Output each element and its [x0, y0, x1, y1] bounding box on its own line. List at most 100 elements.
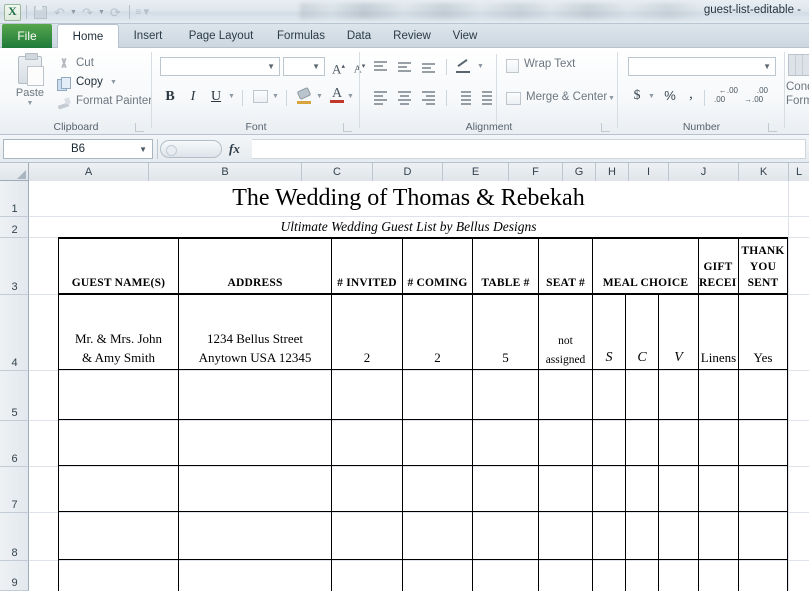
cell-b4-address[interactable]: 1234 Bellus Street Anytown USA 12345: [179, 295, 331, 369]
tab-view[interactable]: View: [443, 24, 487, 48]
column-header-f[interactable]: F: [509, 163, 563, 181]
column-header-l[interactable]: L: [789, 163, 809, 181]
cell-a9[interactable]: [59, 561, 178, 591]
row-header-3[interactable]: 3: [0, 238, 29, 295]
cell-i4-meal-v[interactable]: V: [659, 295, 698, 369]
column-header-d[interactable]: D: [373, 163, 443, 181]
cell-a4-guest-name[interactable]: Mr. & Mrs. John & Amy Smith: [59, 295, 178, 369]
cell-k4-thank-you-sent[interactable]: Yes: [739, 295, 787, 369]
cell-b6[interactable]: [179, 421, 331, 465]
name-box[interactable]: B6 ▼: [3, 139, 153, 159]
align-bottom-icon[interactable]: [420, 59, 438, 75]
column-header-a[interactable]: A: [29, 163, 149, 181]
cell-b8[interactable]: [179, 513, 331, 559]
column-header-h[interactable]: H: [596, 163, 629, 181]
excel-logo-icon[interactable]: [4, 3, 21, 21]
font-size-input[interactable]: ▼: [283, 57, 325, 76]
increase-indent-icon[interactable]: [476, 90, 494, 106]
cut-icon[interactable]: [57, 58, 71, 72]
undo-dropdown-icon[interactable]: ▼: [70, 4, 77, 21]
cell-g4-meal-s[interactable]: S: [593, 295, 625, 369]
cell-e3-table-number[interactable]: TABLE #: [473, 239, 538, 293]
font-color-dropdown-icon[interactable]: ▼: [347, 90, 354, 104]
cell-a7[interactable]: [59, 467, 178, 511]
orientation-dropdown-icon[interactable]: ▼: [477, 60, 484, 74]
column-header-c[interactable]: C: [302, 163, 373, 181]
cell-j3-gift-received-block[interactable]: GIFT RECEIVED: [699, 239, 737, 293]
cell-b5[interactable]: [179, 371, 331, 419]
cell-h4-meal-c[interactable]: C: [626, 295, 658, 369]
alignment-dialog-launcher[interactable]: [601, 123, 610, 132]
merge-center-button[interactable]: Merge & Center: [526, 91, 607, 103]
copy-dropdown-icon[interactable]: ▼: [110, 76, 117, 90]
currency-button[interactable]: $: [630, 88, 644, 104]
cell-a5[interactable]: [59, 371, 178, 419]
align-right-icon[interactable]: [420, 90, 438, 106]
column-header-i[interactable]: I: [629, 163, 669, 181]
row-header-6[interactable]: 6: [0, 421, 29, 467]
cancel-enter-buttons[interactable]: [160, 140, 222, 158]
align-left-icon[interactable]: [372, 90, 390, 106]
tab-review[interactable]: Review: [384, 24, 440, 48]
row-header-4[interactable]: 4: [0, 295, 29, 371]
borders-icon[interactable]: [253, 90, 268, 103]
redo-dropdown-icon[interactable]: ▼: [98, 4, 105, 21]
wrap-text-button[interactable]: Wrap Text: [524, 58, 575, 70]
repeat-icon[interactable]: ⟳: [107, 4, 124, 21]
tab-file[interactable]: File: [2, 24, 52, 48]
number-format-input[interactable]: ▼: [628, 57, 776, 76]
chevron-down-icon[interactable]: ▼: [267, 62, 275, 71]
orientation-icon[interactable]: [456, 59, 473, 75]
format-painter-button[interactable]: Format Painter: [76, 95, 152, 107]
cell-a3-guest-names[interactable]: GUEST NAME(S): [59, 239, 178, 293]
copy-icon[interactable]: [57, 77, 71, 91]
tab-formulas[interactable]: Formulas: [268, 24, 334, 48]
underline-button[interactable]: U: [206, 87, 226, 107]
tab-page-layout[interactable]: Page Layout: [177, 24, 265, 48]
clipboard-dialog-launcher[interactable]: [135, 123, 144, 132]
cell-b3-address[interactable]: ADDRESS: [179, 239, 331, 293]
column-header-e[interactable]: E: [443, 163, 509, 181]
number-dialog-launcher[interactable]: [768, 123, 777, 132]
format-painter-icon[interactable]: [57, 96, 71, 110]
font-color-icon[interactable]: A: [329, 86, 345, 104]
column-header-j[interactable]: J: [669, 163, 739, 181]
merge-center-dropdown-icon[interactable]: ▼: [608, 92, 615, 106]
chevron-down-icon[interactable]: ▼: [10, 100, 50, 107]
cut-button[interactable]: Cut: [76, 57, 94, 69]
redo-icon[interactable]: ↷: [79, 4, 96, 21]
underline-dropdown-icon[interactable]: ▼: [228, 90, 235, 104]
save-icon[interactable]: [32, 4, 49, 21]
cell-d4-coming[interactable]: 2: [403, 295, 472, 369]
increase-decimal-button[interactable]: ←.00 .00: [714, 87, 738, 104]
decrease-decimal-button[interactable]: .00 →.00: [744, 87, 768, 104]
row-header-8[interactable]: 8: [0, 513, 29, 561]
font-name-input[interactable]: ▼: [160, 57, 280, 76]
row-header-9[interactable]: 9: [0, 561, 29, 591]
tab-data[interactable]: Data: [337, 24, 381, 48]
cell-a1-title[interactable]: The Wedding of Thomas & Rebekah: [29, 181, 788, 217]
row-header-5[interactable]: 5: [0, 371, 29, 421]
cell-g3-meal-choice[interactable]: MEAL CHOICE: [593, 239, 698, 293]
customize-qat-icon[interactable]: ≡▼: [135, 4, 152, 21]
chevron-down-icon[interactable]: ▼: [312, 62, 320, 71]
borders-dropdown-icon[interactable]: ▼: [272, 90, 279, 104]
cell-a8[interactable]: [59, 513, 178, 559]
copy-button[interactable]: Copy: [76, 76, 103, 88]
cell-j4-gift-received[interactable]: Linens: [699, 295, 738, 369]
grow-font-button[interactable]: A▴: [328, 57, 349, 76]
cell-a6[interactable]: [59, 421, 178, 465]
decrease-indent-icon[interactable]: [455, 90, 473, 106]
cell-f3-seat-number[interactable]: SEAT #: [539, 239, 592, 293]
align-center-icon[interactable]: [396, 90, 414, 106]
paste-button[interactable]: Paste ▼: [10, 53, 50, 116]
conditional-formatting-label-line2[interactable]: Formatt: [786, 95, 809, 107]
fill-color-dropdown-icon[interactable]: ▼: [316, 90, 323, 104]
conditional-formatting-label-line1[interactable]: Conditi: [786, 81, 809, 93]
column-header-k[interactable]: K: [739, 163, 789, 181]
tab-insert[interactable]: Insert: [122, 24, 174, 48]
font-dialog-launcher[interactable]: [343, 123, 352, 132]
cell-c3-invited[interactable]: # INVITED: [332, 239, 402, 293]
cell-d3-coming[interactable]: # COMING: [403, 239, 472, 293]
fill-color-icon[interactable]: [296, 86, 313, 104]
